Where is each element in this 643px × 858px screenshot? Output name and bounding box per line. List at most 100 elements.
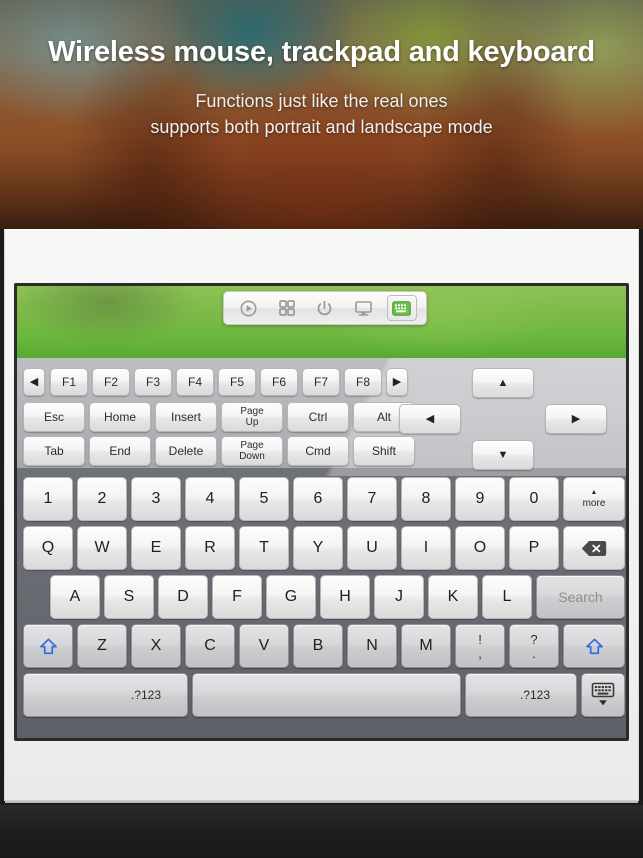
- key-e-label: E: [150, 539, 162, 556]
- numeric-switch-right-key[interactable]: .?123: [465, 673, 577, 717]
- key-end[interactable]: End: [89, 436, 151, 466]
- key-period-label: .: [532, 645, 536, 661]
- key-w[interactable]: W: [77, 526, 127, 570]
- key-f1[interactable]: F1: [50, 368, 88, 396]
- key-f[interactable]: F: [212, 575, 262, 619]
- arrow-right-icon: ▶: [571, 412, 581, 425]
- key-a[interactable]: A: [50, 575, 100, 619]
- key-j[interactable]: J: [374, 575, 424, 619]
- key-v[interactable]: V: [239, 624, 289, 668]
- key-t[interactable]: T: [239, 526, 289, 570]
- key-page-down-label: Page Down: [239, 440, 265, 462]
- key-shift-modifier[interactable]: Shift: [353, 436, 415, 466]
- key-6[interactable]: 6: [293, 477, 343, 521]
- shift-icon: [39, 638, 57, 654]
- key-o-label: O: [473, 539, 487, 556]
- key-delete[interactable]: Delete: [155, 436, 217, 466]
- key-f8[interactable]: F8: [344, 368, 382, 396]
- key-u[interactable]: U: [347, 526, 397, 570]
- key-1[interactable]: 1: [23, 477, 73, 521]
- key-page-up[interactable]: Page Up: [221, 402, 283, 432]
- key-9[interactable]: 9: [455, 477, 505, 521]
- key-l[interactable]: L: [482, 575, 532, 619]
- key-2[interactable]: 2: [77, 477, 127, 521]
- key-f3[interactable]: F3: [134, 368, 172, 396]
- key-c[interactable]: C: [185, 624, 235, 668]
- key-f7[interactable]: F7: [302, 368, 340, 396]
- more-key[interactable]: ▲ more: [563, 477, 625, 521]
- key-4[interactable]: 4: [185, 477, 235, 521]
- key-7[interactable]: 7: [347, 477, 397, 521]
- shift-icon: [585, 638, 603, 654]
- key-home[interactable]: Home: [89, 402, 151, 432]
- apps-grid-icon[interactable]: [272, 295, 302, 321]
- key-exclam-label: !: [478, 631, 482, 647]
- key-insert-label: Insert: [170, 410, 201, 424]
- key-h[interactable]: H: [320, 575, 370, 619]
- key-x[interactable]: X: [131, 624, 181, 668]
- key-u-label: U: [366, 539, 378, 556]
- key-k-label: K: [447, 588, 459, 605]
- key-i[interactable]: I: [401, 526, 451, 570]
- key-d-label: D: [177, 588, 189, 605]
- more-key-content: ▲ more: [583, 489, 606, 509]
- key-3[interactable]: 3: [131, 477, 181, 521]
- media-play-icon[interactable]: [233, 295, 263, 321]
- key-g[interactable]: G: [266, 575, 316, 619]
- key-7-label: 7: [367, 490, 377, 507]
- key-ctrl[interactable]: Ctrl: [287, 402, 349, 432]
- numeric-switch-left-label: .?123: [130, 688, 161, 702]
- key-question-period[interactable]: ? .: [509, 624, 559, 668]
- key-e[interactable]: E: [131, 526, 181, 570]
- power-icon[interactable]: [310, 295, 340, 321]
- key-8[interactable]: 8: [401, 477, 451, 521]
- key-h-label: H: [339, 588, 351, 605]
- arrow-up-key[interactable]: ▲: [472, 368, 534, 398]
- key-n[interactable]: N: [347, 624, 397, 668]
- key-f5[interactable]: F5: [218, 368, 256, 396]
- key-m[interactable]: M: [401, 624, 451, 668]
- numeric-switch-left-key[interactable]: .?123: [23, 673, 188, 717]
- key-esc[interactable]: Esc: [23, 402, 85, 432]
- key-exclam-comma[interactable]: ! ,: [455, 624, 505, 668]
- key-s[interactable]: S: [104, 575, 154, 619]
- key-y[interactable]: Y: [293, 526, 343, 570]
- fn-scroll-left-button[interactable]: ◀: [23, 368, 45, 396]
- arrow-left-key[interactable]: ◀: [399, 404, 461, 434]
- fn-scroll-right-button[interactable]: ▶: [386, 368, 408, 396]
- key-b-label: B: [312, 637, 324, 654]
- key-q[interactable]: Q: [23, 526, 73, 570]
- key-k[interactable]: K: [428, 575, 478, 619]
- key-r[interactable]: R: [185, 526, 235, 570]
- key-f4[interactable]: F4: [176, 368, 214, 396]
- search-key[interactable]: Search: [536, 575, 625, 619]
- key-insert[interactable]: Insert: [155, 402, 217, 432]
- arrow-down-key[interactable]: ▼: [472, 440, 534, 470]
- display-icon[interactable]: [348, 295, 378, 321]
- backspace-key[interactable]: [563, 526, 625, 570]
- key-page-down[interactable]: Page Down: [221, 436, 283, 466]
- key-ctrl-label: Ctrl: [308, 410, 328, 424]
- key-d[interactable]: D: [158, 575, 208, 619]
- arrow-right-key[interactable]: ▶: [545, 404, 607, 434]
- key-x-label: X: [150, 637, 162, 654]
- key-tab[interactable]: Tab: [23, 436, 85, 466]
- shift-left-key[interactable]: [23, 624, 73, 668]
- key-z[interactable]: Z: [77, 624, 127, 668]
- key-p[interactable]: P: [509, 526, 559, 570]
- virtual-keyboard: ◀ F1 F2 F3 F4 F5 F6 F7 F8 ▶ Esc Home Ins…: [17, 358, 626, 738]
- key-4-label: 4: [205, 490, 215, 507]
- key-o[interactable]: O: [455, 526, 505, 570]
- key-5-label: 5: [259, 490, 269, 507]
- key-f2[interactable]: F2: [92, 368, 130, 396]
- key-1-label: 1: [43, 490, 53, 507]
- key-cmd[interactable]: Cmd: [287, 436, 349, 466]
- shift-right-key[interactable]: [563, 624, 625, 668]
- key-0[interactable]: 0: [509, 477, 559, 521]
- key-5[interactable]: 5: [239, 477, 289, 521]
- key-b[interactable]: B: [293, 624, 343, 668]
- key-f6[interactable]: F6: [260, 368, 298, 396]
- hide-keyboard-key[interactable]: [581, 673, 625, 717]
- keyboard-icon[interactable]: [386, 295, 417, 321]
- space-key[interactable]: [192, 673, 461, 717]
